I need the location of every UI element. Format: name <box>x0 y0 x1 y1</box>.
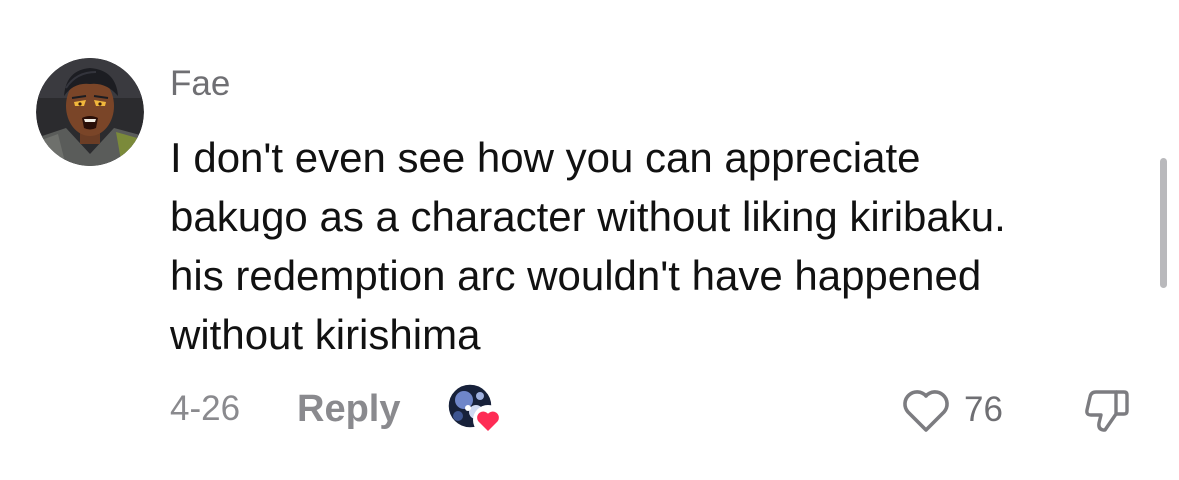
creator-liked-badge <box>446 382 506 438</box>
comment-text-line: I don't even see how you can appreciate <box>170 134 921 181</box>
avatar-image <box>36 58 144 166</box>
scrollbar[interactable] <box>1160 158 1167 288</box>
reply-button[interactable]: Reply <box>297 387 400 431</box>
comment-text-line: without kirishima <box>170 311 481 358</box>
comment-text-line: bakugo as a character without liking kir… <box>170 193 1006 240</box>
like-count: 76 <box>964 390 1003 429</box>
like-button[interactable] <box>900 386 952 434</box>
comment-item: Fae I don't even see how you can appreci… <box>0 0 1179 480</box>
comment-body: I don't even see how you can appreciate … <box>170 128 1140 364</box>
comment-actions: 4-26 Reply 76 <box>0 380 1179 440</box>
creator-liked-icon <box>447 383 503 435</box>
thumbs-down-icon <box>1085 390 1129 432</box>
dislike-button[interactable] <box>1082 384 1132 434</box>
heart-outline-icon <box>903 390 949 432</box>
comment-text-line: his redemption arc wouldn't have happene… <box>170 252 982 299</box>
comment-username[interactable]: Fae <box>170 64 230 104</box>
comment-date: 4-26 <box>170 389 241 428</box>
avatar[interactable] <box>36 58 144 166</box>
